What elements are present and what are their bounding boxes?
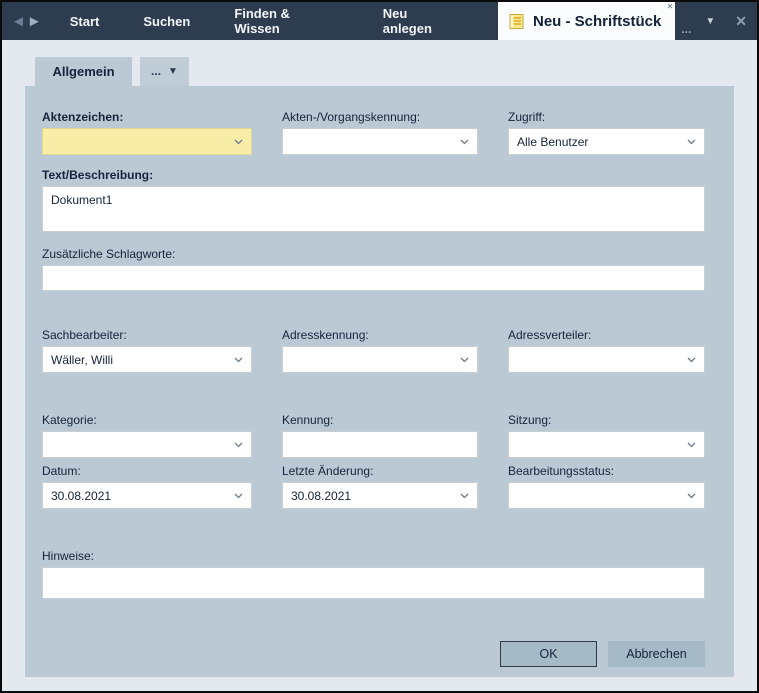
tab-list-dropdown-icon[interactable]: ▼ [695,2,725,40]
chevron-down-icon [234,357,243,363]
nav-arrows: ◄ ► [2,2,48,40]
sitzung-label: Sitzung: [508,413,705,427]
back-arrow-icon[interactable]: ◄ [11,14,26,29]
chevron-down-icon [234,493,243,499]
field-bearbeitungsstatus: Bearbeitungsstatus: [508,464,705,509]
hinweise-input[interactable] [42,567,705,599]
adressverteiler-label: Adressverteiler: [508,328,705,342]
field-hinweise: Hinweise: [42,549,705,599]
text-beschreibung-label: Text/Beschreibung: [42,168,705,182]
chevron-down-icon [460,139,469,145]
aktenzeichen-label: Aktenzeichen: [42,110,252,124]
sitzung-combobox[interactable] [508,431,705,458]
schlagworte-input[interactable] [42,265,705,291]
field-adressverteiler: Adressverteiler: [508,328,705,373]
field-datum: Datum: 30.08.2021 [42,464,252,509]
field-schlagworte: Zusätzliche Schlagworte: [42,247,705,291]
field-sachbearbeiter: Sachbearbeiter: Wäller, Willi [42,328,252,373]
kategorie-combobox[interactable] [42,431,252,458]
aktenzeichen-combobox[interactable] [42,128,252,155]
document-icon [508,13,525,30]
field-akten-vorgangskennung: Akten-/Vorgangskennung: [282,110,478,155]
forward-arrow-icon[interactable]: ► [27,14,42,29]
datum-combobox[interactable]: 30.08.2021 [42,482,252,509]
menu-item-neu-anlegen[interactable]: Neu anlegen [361,2,482,40]
adresskennung-combobox[interactable] [282,346,478,373]
akten-vorgangskennung-combobox[interactable] [282,128,478,155]
form-tab-row: Allgemein ... ▼ [2,40,757,86]
kennung-label: Kennung: [282,413,478,427]
chevron-down-icon [234,442,243,448]
adresskennung-label: Adresskennung: [282,328,478,342]
text-beschreibung-input[interactable]: Dokument1 [42,186,705,232]
tab-overflow[interactable]: ... ▼ [140,57,189,86]
tab-overflow-dots: ... [151,69,161,74]
menu-item-suchen[interactable]: Suchen [121,2,212,40]
letzte-aenderung-value: 30.08.2021 [291,489,454,503]
field-kategorie: Kategorie: [42,413,252,458]
chevron-down-icon [687,139,696,145]
close-document-icon[interactable]: ✕ [725,2,757,40]
zugriff-label: Zugriff: [508,110,705,124]
field-aktenzeichen: Aktenzeichen: [42,110,252,155]
allgemein-panel: Aktenzeichen: Akten-/Vorgangskennung: Zu… [25,86,734,677]
menu-item-start[interactable]: Start [48,2,122,40]
chevron-down-icon [687,357,696,363]
active-document-tab[interactable]: Neu - Schriftstück ✕ [498,2,675,40]
kennung-input[interactable] [282,431,478,458]
field-letzte-aenderung: Letzte Änderung: 30.08.2021 [282,464,478,509]
kategorie-label: Kategorie: [42,413,252,427]
tab-overflow-dots[interactable]: ... [675,22,695,40]
tab-close-icon[interactable]: ✕ [667,3,674,11]
sachbearbeiter-combobox[interactable]: Wäller, Willi [42,346,252,373]
chevron-down-icon [687,442,696,448]
active-tab-title: Neu - Schriftstück [533,13,661,30]
bearbeitungsstatus-combobox[interactable] [508,482,705,509]
sachbearbeiter-label: Sachbearbeiter: [42,328,252,342]
chevron-down-icon [234,139,243,145]
datum-label: Datum: [42,464,252,478]
bearbeitungsstatus-label: Bearbeitungsstatus: [508,464,705,478]
ok-button[interactable]: OK [500,641,597,667]
hinweise-label: Hinweise: [42,549,705,563]
letzte-aenderung-combobox[interactable]: 30.08.2021 [282,482,478,509]
field-sitzung: Sitzung: [508,413,705,458]
zugriff-combobox[interactable]: Alle Benutzer [508,128,705,155]
zugriff-value: Alle Benutzer [517,135,681,149]
letzte-aenderung-label: Letzte Änderung: [282,464,478,478]
adressverteiler-combobox[interactable] [508,346,705,373]
cancel-button[interactable]: Abbrechen [608,641,705,667]
schlagworte-label: Zusätzliche Schlagworte: [42,247,705,261]
tab-allgemein[interactable]: Allgemein [35,57,132,86]
field-zugriff: Zugriff: Alle Benutzer [508,110,705,155]
datum-value: 30.08.2021 [51,489,228,503]
akten-vorgangskennung-label: Akten-/Vorgangskennung: [282,110,478,124]
chevron-down-icon [687,493,696,499]
field-adresskennung: Adresskennung: [282,328,478,373]
chevron-down-icon: ▼ [168,66,178,77]
chevron-down-icon [460,493,469,499]
sachbearbeiter-value: Wäller, Willi [51,353,228,367]
ribbon-bar: ◄ ► Start Suchen Finden & Wissen Neu anl… [2,2,757,40]
field-text-beschreibung: Text/Beschreibung: Dokument1 [42,168,705,232]
dialog-buttons: OK Abbrechen [42,641,705,667]
chevron-down-icon [460,357,469,363]
menu-item-finden-wissen[interactable]: Finden & Wissen [212,2,360,40]
app-window: ◄ ► Start Suchen Finden & Wissen Neu anl… [0,0,759,693]
field-kennung: Kennung: [282,413,478,458]
